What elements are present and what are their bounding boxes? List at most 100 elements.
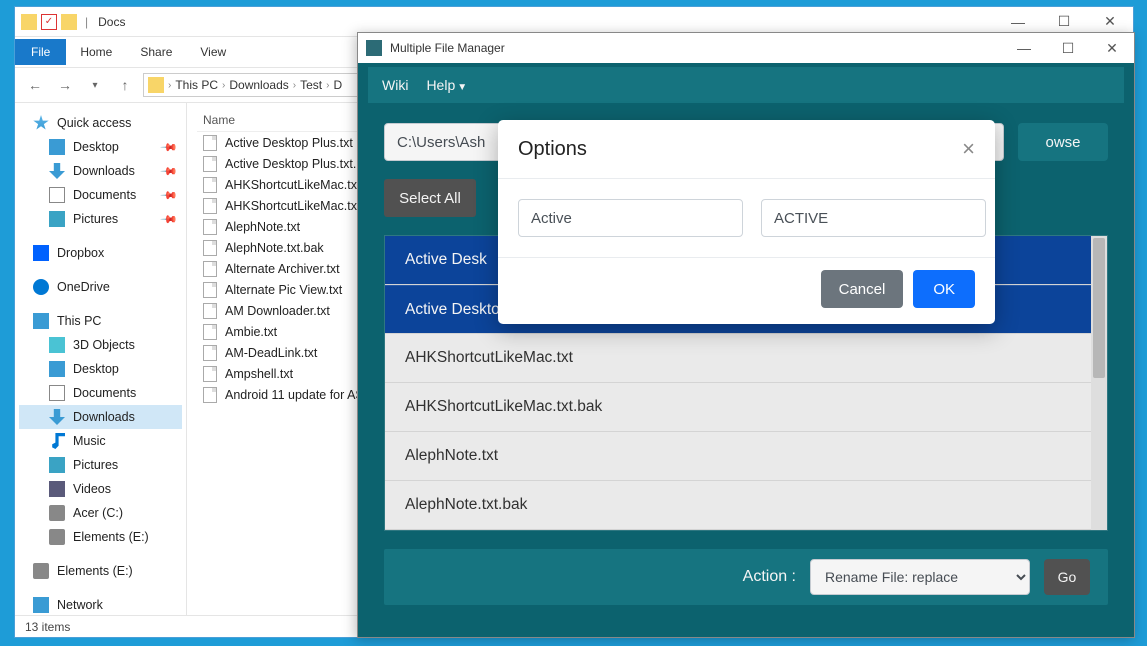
- tree-label: Music: [73, 434, 106, 448]
- recent-dropdown[interactable]: ▾: [83, 73, 107, 97]
- crumb-this-pc[interactable]: This PC: [171, 78, 222, 92]
- options-modal: Options × Cancel OK: [498, 120, 995, 324]
- document-icon: [49, 187, 65, 203]
- tab-share[interactable]: Share: [126, 39, 186, 65]
- file-name: Android 11 update for ASU: [225, 388, 373, 402]
- tree-label: Documents: [73, 386, 136, 400]
- tree-pictures[interactable]: Pictures📌: [19, 207, 182, 231]
- tree-label: Quick access: [57, 116, 131, 130]
- file-icon: [203, 282, 217, 298]
- tree-elements-e[interactable]: Elements (E:): [19, 525, 182, 549]
- dropbox-icon: [33, 245, 49, 261]
- close-icon[interactable]: ×: [962, 136, 975, 162]
- file-icon: [203, 366, 217, 382]
- replace-input[interactable]: [761, 199, 986, 237]
- star-icon: [33, 115, 49, 131]
- file-icon: [203, 156, 217, 172]
- folder-icon: [148, 77, 164, 93]
- tree-label: Dropbox: [57, 246, 104, 260]
- tab-home[interactable]: Home: [66, 39, 126, 65]
- pictures-icon: [49, 211, 65, 227]
- tree-network[interactable]: Network: [19, 593, 182, 615]
- file-name: AM-DeadLink.txt: [225, 346, 317, 360]
- tree-desktop[interactable]: Desktop📌: [19, 135, 182, 159]
- tree-pc-pictures[interactable]: Pictures: [19, 453, 182, 477]
- close-button[interactable]: ✕: [1090, 33, 1134, 63]
- tree-label: OneDrive: [57, 280, 110, 294]
- file-icon: [203, 303, 217, 319]
- crumb-test[interactable]: Test: [296, 78, 326, 92]
- file-icon: [203, 387, 217, 403]
- pc-icon: [33, 313, 49, 329]
- qa-check-icon[interactable]: ✓: [41, 14, 57, 30]
- file-name: Ampshell.txt: [225, 367, 293, 381]
- music-icon: [49, 433, 65, 449]
- drive-icon: [33, 563, 49, 579]
- pin-icon: 📌: [160, 186, 179, 205]
- tree-label: Downloads: [73, 410, 135, 424]
- tree-pc-documents[interactable]: Documents: [19, 381, 182, 405]
- tree-label: Network: [57, 598, 103, 612]
- status-item-count: 13 items: [25, 620, 70, 634]
- file-name: Ambie.txt: [225, 325, 277, 339]
- ok-button[interactable]: OK: [913, 270, 975, 308]
- tree-label: This PC: [57, 314, 101, 328]
- mfm-title: Multiple File Manager: [390, 41, 505, 55]
- modal-title: Options: [518, 138, 587, 161]
- tree-label: Elements (E:): [73, 530, 149, 544]
- file-name: AlephNote.txt: [225, 220, 300, 234]
- download-icon: [49, 409, 65, 425]
- maximize-button[interactable]: ☐: [1046, 33, 1090, 63]
- onedrive-icon: [33, 279, 49, 295]
- tree-3d-objects[interactable]: 3D Objects: [19, 333, 182, 357]
- file-name: AHKShortcutLikeMac.txt.ba: [225, 199, 378, 213]
- tree-label: 3D Objects: [73, 338, 135, 352]
- videos-icon: [49, 481, 65, 497]
- document-icon: [49, 385, 65, 401]
- explorer-tree[interactable]: Quick access Desktop📌 Downloads📌 Documen…: [15, 103, 187, 615]
- file-icon: [203, 177, 217, 193]
- find-input[interactable]: [518, 199, 743, 237]
- download-icon: [49, 163, 65, 179]
- back-button[interactable]: ←: [23, 73, 47, 97]
- tree-acer-c[interactable]: Acer (C:): [19, 501, 182, 525]
- tree-elements-e-2[interactable]: Elements (E:): [19, 559, 182, 583]
- network-icon: [33, 597, 49, 613]
- tab-file[interactable]: File: [15, 39, 66, 65]
- tree-music[interactable]: Music: [19, 429, 182, 453]
- tree-label: Desktop: [73, 362, 119, 376]
- folder-icon: [61, 14, 77, 30]
- crumb-downloads[interactable]: Downloads: [225, 78, 292, 92]
- desktop-icon: [49, 361, 65, 377]
- drive-icon: [49, 529, 65, 545]
- tab-view[interactable]: View: [186, 39, 240, 65]
- pin-icon: 📌: [160, 210, 179, 229]
- breadcrumb[interactable]: › This PC › Downloads › Test › D: [143, 73, 363, 97]
- file-name: Alternate Pic View.txt: [225, 283, 342, 297]
- up-button[interactable]: ↑: [113, 73, 137, 97]
- tree-dropbox[interactable]: Dropbox: [19, 241, 182, 265]
- cancel-button[interactable]: Cancel: [821, 270, 904, 308]
- tree-pc-downloads[interactable]: Downloads: [19, 405, 182, 429]
- tree-onedrive[interactable]: OneDrive: [19, 275, 182, 299]
- pin-icon: 📌: [160, 138, 179, 157]
- tree-downloads[interactable]: Downloads📌: [19, 159, 182, 183]
- file-icon: [203, 345, 217, 361]
- mfm-window: Multiple File Manager ― ☐ ✕ Wiki Help▼ C…: [357, 32, 1135, 638]
- pictures-icon: [49, 457, 65, 473]
- file-icon: [203, 135, 217, 151]
- forward-button[interactable]: →: [53, 73, 77, 97]
- file-name: AM Downloader.txt: [225, 304, 330, 318]
- file-icon: [203, 198, 217, 214]
- crumb-d[interactable]: D: [329, 78, 346, 92]
- file-name: AlephNote.txt.bak: [225, 241, 324, 255]
- tree-documents[interactable]: Documents📌: [19, 183, 182, 207]
- tree-videos[interactable]: Videos: [19, 477, 182, 501]
- tree-quick-access[interactable]: Quick access: [19, 111, 182, 135]
- tree-pc-desktop[interactable]: Desktop: [19, 357, 182, 381]
- mfm-titlebar: Multiple File Manager ― ☐ ✕: [358, 33, 1134, 63]
- tree-this-pc[interactable]: This PC: [19, 309, 182, 333]
- tree-label: Pictures: [73, 458, 118, 472]
- folder-icon: [21, 14, 37, 30]
- minimize-button[interactable]: ―: [1002, 33, 1046, 63]
